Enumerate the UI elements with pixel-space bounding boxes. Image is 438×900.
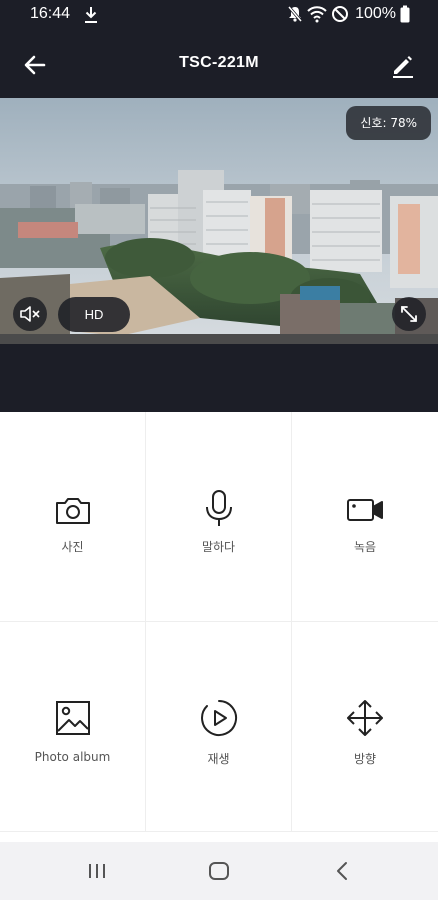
battery-icon <box>400 5 410 23</box>
speaker-mute-button[interactable] <box>13 297 47 331</box>
pencil-icon[interactable] <box>388 50 418 80</box>
signal-strength-badge: 신호: 78% <box>346 106 431 140</box>
image-icon <box>55 701 90 735</box>
photo-album-label: Photo album <box>34 750 111 764</box>
playback-button[interactable]: 재생 <box>146 622 292 832</box>
photo-album-button[interactable]: Photo album <box>0 622 146 832</box>
video-camera-icon <box>347 499 383 521</box>
app-bar: TSC-221M <box>0 30 438 98</box>
microphone-icon <box>205 490 232 526</box>
talk-button[interactable]: 말하다 <box>146 412 292 622</box>
direction-label: 방향 <box>353 752 377 766</box>
camera-icon <box>55 498 90 524</box>
wifi-icon <box>307 6 327 23</box>
mute-icon <box>287 6 303 22</box>
speaker-mute-icon <box>20 306 40 322</box>
page-title: TSC-221M <box>179 54 259 71</box>
photo-label: 사진 <box>61 540 84 554</box>
playback-label: 재생 <box>207 752 230 766</box>
status-icons: 100% <box>287 5 410 23</box>
record-button[interactable]: 녹음 <box>292 412 438 622</box>
talk-label: 말하다 <box>201 540 236 554</box>
record-label: 녹음 <box>353 540 377 554</box>
back-icon[interactable] <box>330 858 356 884</box>
video-bottom-band <box>0 344 438 412</box>
recents-icon[interactable] <box>84 858 110 884</box>
controls-grid: 사진 말하다 녹음 Photo album 재생 방향 <box>0 412 438 842</box>
photo-button[interactable]: 사진 <box>0 412 146 622</box>
download-icon <box>85 7 97 23</box>
status-time: 16:44 <box>30 5 71 22</box>
system-nav-bar <box>0 842 438 900</box>
battery-percent: 100% <box>355 5 396 22</box>
home-icon[interactable] <box>206 858 232 884</box>
status-bar: 16:44 100% <box>0 0 438 30</box>
dnd-icon <box>332 6 349 22</box>
fullscreen-icon <box>401 306 417 322</box>
move-arrows-icon <box>347 700 383 736</box>
direction-button[interactable]: 방향 <box>292 622 438 832</box>
fullscreen-button[interactable] <box>392 297 426 331</box>
play-circle-icon <box>200 700 237 736</box>
video-quality-button[interactable]: HD <box>58 297 130 332</box>
